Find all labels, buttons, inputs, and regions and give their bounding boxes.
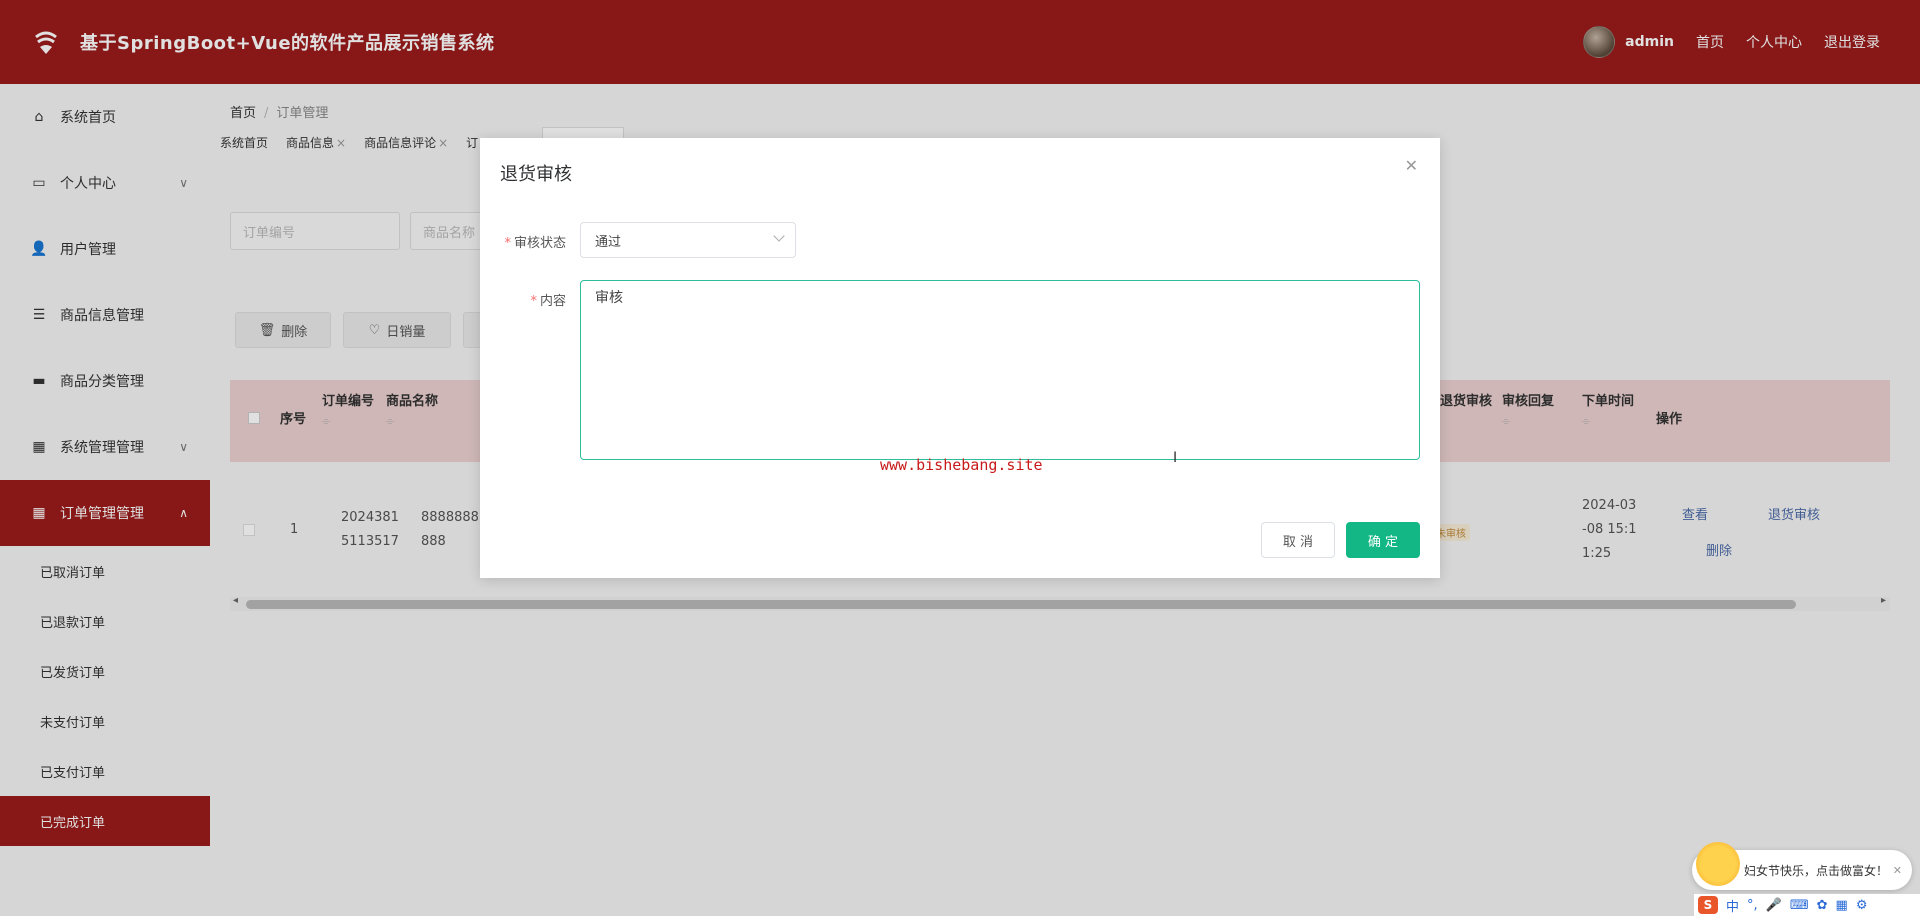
content-label-text: 内容 [539,294,566,309]
promo-popup[interactable]: 妇女节快乐，点击做富女！ ✕ [1692,842,1912,890]
status-label-text: 审核状态 [513,236,566,251]
punctuation-icon[interactable]: °, [1747,898,1758,913]
review-content-textarea[interactable]: 审核 [580,280,1420,460]
review-status-select[interactable]: 通过 [580,222,796,258]
ime-lang-toggle[interactable]: 中 [1726,896,1739,915]
settings-icon[interactable]: ⚙ [1856,898,1868,913]
watermark-text: www.bishebang.site [880,456,1043,474]
dialog-title: 退货审核 [500,164,572,185]
close-icon[interactable]: ✕ [1405,156,1418,175]
microphone-icon[interactable]: 🎤 [1766,898,1782,913]
confirm-button[interactable]: 确 定 [1346,522,1420,558]
review-status-value: 通过 [595,234,622,250]
return-review-dialog: 退货审核 ✕ * 审核状态 通过 * 内容 审核 www.bishebang.sit… [480,138,1440,578]
promo-text[interactable]: 妇女节快乐，点击做富女！ [1744,862,1888,879]
chevron-down-icon [773,230,785,242]
cancel-button[interactable]: 取 消 [1261,522,1335,558]
status-field-label: * 审核状态 [504,236,566,251]
close-icon[interactable]: ✕ [1893,864,1902,877]
toolbox-icon[interactable]: ▦ [1836,898,1848,913]
ime-toolbar: S 中 °, 🎤 ⌨ ✿ ▦ ⚙ [1694,894,1920,916]
keyboard-icon[interactable]: ⌨ [1790,898,1809,913]
content-field-label: * 内容 [530,294,566,309]
skin-icon[interactable]: ✿ [1817,898,1828,913]
sun-mascot-icon [1696,842,1740,886]
ime-logo-icon[interactable]: S [1698,896,1718,914]
text-cursor-icon: I [1173,450,1178,466]
